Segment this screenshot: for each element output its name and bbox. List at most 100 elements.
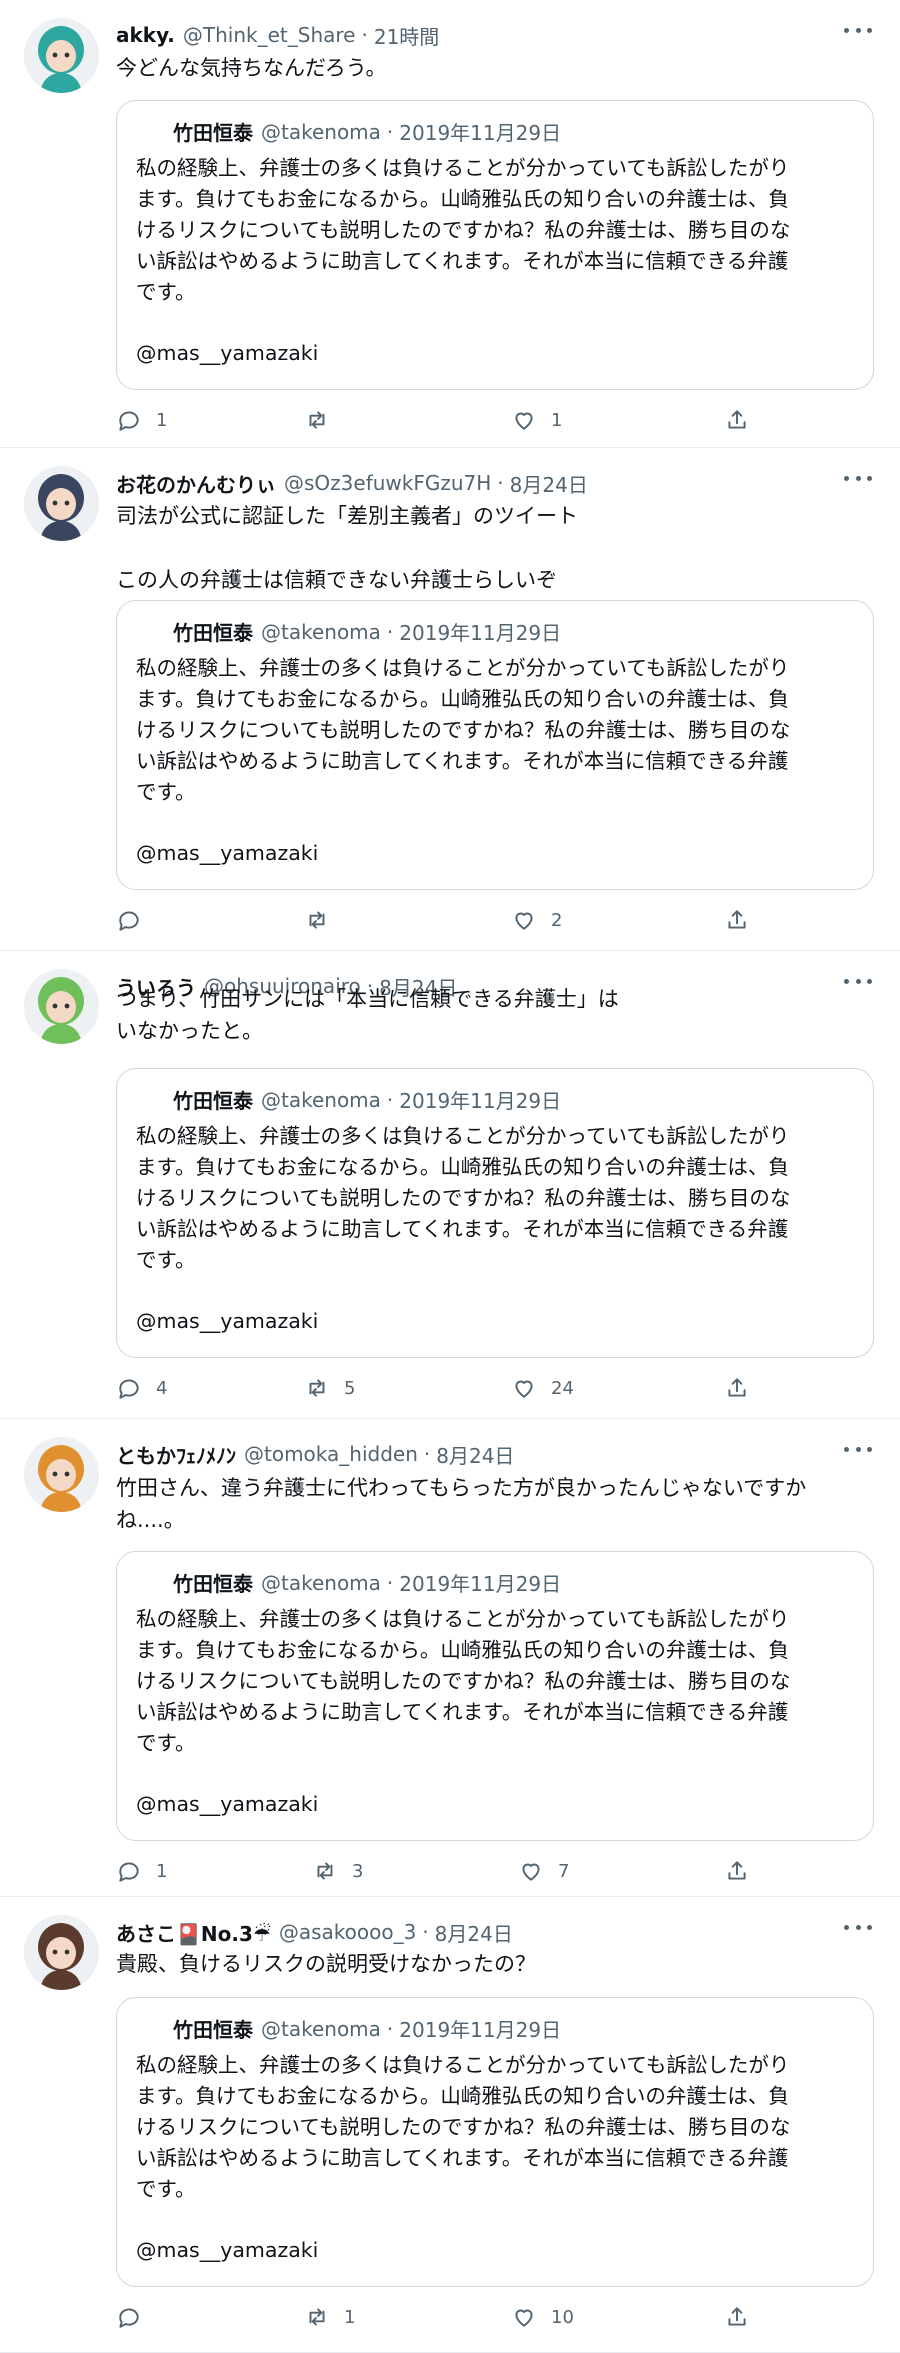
quoted-text-line: 私の経験上、弁護士の多くは負けることが分かっていても訴訟したがり — [136, 656, 790, 680]
author-handle[interactable]: @Think_et_Share — [183, 23, 356, 47]
retweet-icon — [309, 911, 325, 929]
share-icon — [728, 2307, 746, 2326]
quoted-author-name: 竹田恒泰 — [173, 1089, 253, 1113]
reply-button[interactable]: 4 — [116, 1371, 167, 1405]
tweet-text-line: 貴殿、負けるリスクの説明受けなかったの？ — [116, 1952, 536, 1976]
tweet-timestamp[interactable]: 8月24日 — [510, 469, 588, 498]
quoted-tweet[interactable]: 竹田恒泰 @takenoma · 2019年11月29日 私の経験上、弁護士の多くは負け… — [116, 1551, 874, 1841]
separator-dot: · — [497, 471, 504, 495]
author-name[interactable]: akky. — [116, 23, 175, 47]
quoted-mention[interactable]: @mas__yamazaki — [136, 1309, 318, 1333]
tweet-timestamp[interactable]: 21時間 — [374, 21, 439, 50]
tweet-item[interactable]: あさこ🎴No.3☔ @asakoooo_3 · 8月24日貴殿、負けるリスクの説明受け… — [0, 1897, 900, 2353]
quoted-header: 竹田恒泰 @takenoma · 2019年11月29日 — [173, 2014, 561, 2043]
action-bar: 1 10 — [116, 2300, 756, 2334]
retweet-button[interactable] — [304, 903, 344, 937]
quoted-tweet[interactable]: 竹田恒泰 @takenoma · 2019年11月29日 私の経験上、弁護士の多くは負け… — [116, 1068, 874, 1358]
quoted-mention[interactable]: @mas__yamazaki — [136, 841, 318, 865]
reply-icon — [119, 911, 139, 931]
quoted-author-name: 竹田恒泰 — [173, 121, 253, 145]
tweet-header: お花のかんむりぃ @sOz3efuwkFGzu7H · 8月24日 — [116, 468, 588, 498]
quoted-author-handle: @takenoma — [261, 1570, 381, 1595]
avatar[interactable] — [24, 1437, 99, 1512]
author-name[interactable]: あさこ🎴No.3☔ — [116, 1918, 271, 1947]
quoted-text-line: い訴訟はやめるように助言してくれます。それが本当に信頼できる弁護 — [136, 2146, 789, 2170]
separator-dot: · — [386, 619, 394, 644]
tweet-text-line: 司法が公式に認証した「差別主義者」のツイート — [116, 504, 578, 528]
tweet-text: 竹田さん、違う弁護士に代わってもらった方が良かったんじゃないですか ね....。 — [116, 1472, 876, 1536]
tweet-header: akky. @Think_et_Share · 21時間 — [116, 20, 439, 50]
reply-button[interactable]: 1 — [116, 403, 167, 437]
quoted-tweet[interactable]: 竹田恒泰 @takenoma · 2019年11月29日私の経験上、弁護士の多くは負け… — [116, 1997, 874, 2287]
quoted-text-line: 私の経験上、弁護士の多くは負けることが分かっていても訴訟したがり — [136, 156, 790, 180]
share-icon — [728, 910, 746, 929]
quoted-author-handle: @takenoma — [261, 1087, 381, 1112]
separator-dot: · — [423, 1442, 431, 1466]
share-button[interactable] — [724, 1854, 764, 1888]
tweet-text: つまり、竹田サンには「本当に信頼できる弁護士」は いなかったと。 — [116, 983, 876, 1047]
tweet-text-line: ね....。 — [116, 1508, 185, 1532]
tweet-timestamp[interactable]: 8月24日 — [436, 1440, 514, 1469]
share-button[interactable] — [724, 2300, 764, 2334]
tweet-text: 司法が公式に認証した「差別主義者」のツイート この人の弁護士は信頼できない弁護士ら… — [116, 500, 876, 596]
more-icon[interactable] — [844, 1439, 872, 1459]
author-name[interactable]: お花のかんむりぃ — [116, 469, 276, 498]
tweet-item[interactable]: ともかﾌｪﾉﾒﾉﾝ @tomoka_hidden · 8月24日竹田さん、違う弁護士に… — [0, 1419, 900, 1897]
quoted-text-line: い訴訟はやめるように助言してくれます。それが本当に信頼できる弁護 — [136, 249, 789, 273]
reply-count: 4 — [156, 1377, 168, 1399]
like-count: 7 — [558, 1860, 570, 1882]
more-icon[interactable] — [844, 468, 872, 488]
quoted-text-line: けるリスクについても説明したのですかね？私の弁護士は、勝ち目のな — [136, 1186, 791, 1210]
like-button[interactable]: 1 — [511, 403, 562, 437]
quoted-tweet[interactable]: 竹田恒泰 @takenoma · 2019年11月29日私の経験上、弁護士の多くは負け… — [116, 100, 874, 390]
reply-count: 1 — [156, 1860, 168, 1882]
reply-button[interactable] — [116, 2300, 156, 2334]
tweet-item[interactable]: ういろう @ohsuuironairo · 8月24日 つまり、竹田サンには「本当に信頼… — [0, 951, 900, 1419]
action-bar: 1 3 7 — [116, 1854, 756, 1888]
tweet-item[interactable]: お花のかんむりぃ @sOz3efuwkFGzu7H · 8月24日 司法が公式に認証した… — [0, 448, 900, 951]
avatar[interactable] — [24, 969, 99, 1044]
separator-dot: · — [422, 1920, 429, 1944]
separator-dot: · — [386, 119, 394, 144]
tweet-timestamp[interactable]: 8月24日 — [435, 1918, 513, 1947]
author-handle[interactable]: @asakoooo_3 — [279, 1920, 416, 1944]
quoted-header: 竹田恒泰 @takenoma · 2019年11月29日 — [173, 117, 561, 146]
author-handle[interactable]: @sOz3efuwkFGzu7H — [284, 471, 491, 495]
author-handle[interactable]: @tomoka_hidden — [244, 1442, 418, 1466]
tweet-text-line: 今どんな気持ちなんだろう。 — [116, 56, 387, 80]
like-button[interactable]: 7 — [518, 1854, 569, 1888]
quoted-mention[interactable]: @mas__yamazaki — [136, 2238, 318, 2262]
avatar[interactable] — [24, 18, 99, 93]
quoted-text: 私の経験上、弁護士の多くは負けることが分かっていても訴訟したがり ます。負けてもお… — [136, 2050, 866, 2205]
quoted-mention[interactable]: @mas__yamazaki — [136, 341, 318, 365]
quoted-mention[interactable]: @mas__yamazaki — [136, 1792, 318, 1816]
quoted-text-line: い訴訟はやめるように助言してくれます。それが本当に信頼できる弁護 — [136, 1217, 789, 1241]
like-button[interactable]: 24 — [511, 1371, 574, 1405]
more-icon[interactable] — [844, 20, 872, 40]
tweet-text: 今どんな気持ちなんだろう。 — [116, 52, 876, 84]
share-button[interactable] — [724, 903, 764, 937]
share-button[interactable] — [724, 1371, 764, 1405]
like-count: 2 — [551, 909, 563, 931]
retweet-button[interactable]: 1 — [304, 2300, 355, 2334]
reply-button[interactable] — [116, 903, 156, 937]
avatar[interactable] — [24, 1915, 99, 1990]
tweet-text-line: 竹田さん、違う弁護士に代わってもらった方が良かったんじゃないですか — [116, 1476, 807, 1500]
author-name[interactable]: ともかﾌｪﾉﾒﾉﾝ — [116, 1440, 236, 1469]
action-bar: 2 — [116, 903, 756, 937]
retweet-button[interactable]: 5 — [304, 1371, 355, 1405]
retweet-button[interactable] — [304, 403, 344, 437]
quoted-header: 竹田恒泰 @takenoma · 2019年11月29日 — [173, 1568, 561, 1597]
retweet-button[interactable]: 3 — [312, 1854, 363, 1888]
share-icon — [728, 1378, 746, 1397]
quoted-tweet[interactable]: 竹田恒泰 @takenoma · 2019年11月29日 私の経験上、弁護士の多くは負け… — [116, 600, 874, 890]
like-button[interactable]: 10 — [511, 2300, 574, 2334]
avatar[interactable] — [24, 466, 99, 541]
like-button[interactable]: 2 — [511, 903, 562, 937]
reply-button[interactable]: 1 — [116, 1854, 167, 1888]
tweet-item[interactable]: akky. @Think_et_Share · 21時間今どんな気持ちなんだろう。竹田… — [0, 0, 900, 448]
share-button[interactable] — [724, 403, 764, 437]
quoted-text-line: い訴訟はやめるように助言してくれます。それが本当に信頼できる弁護 — [136, 1700, 789, 1724]
more-icon[interactable] — [844, 1917, 872, 1937]
